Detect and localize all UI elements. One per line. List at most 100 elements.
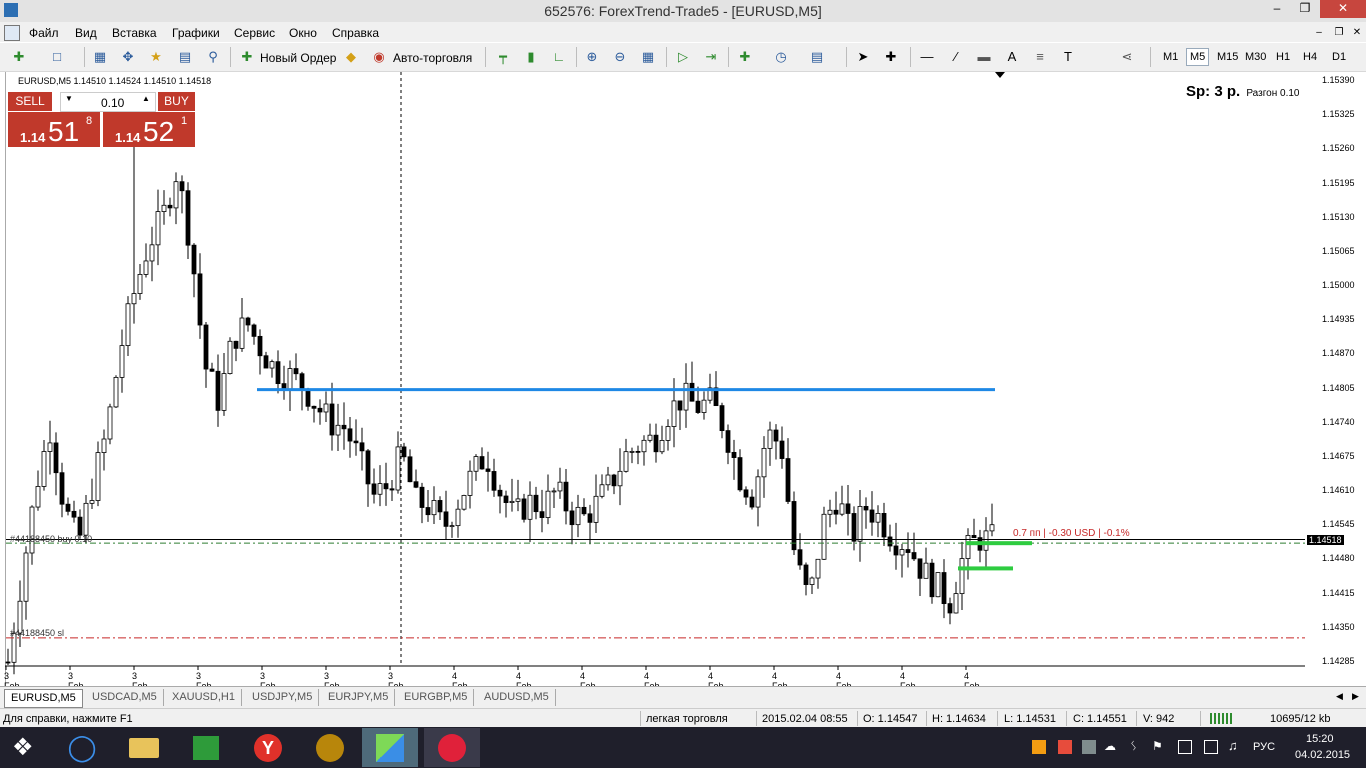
- flag-icon[interactable]: ⚑: [1152, 739, 1163, 753]
- language-indicator[interactable]: РУС: [1253, 741, 1275, 753]
- timeframe-m5[interactable]: M5: [1186, 48, 1210, 66]
- rectangle-icon[interactable]: ▬: [975, 48, 993, 66]
- explorer-icon[interactable]: [116, 728, 172, 767]
- vertical-line-icon[interactable]: —: [918, 48, 936, 66]
- candle-body: [95, 452, 101, 501]
- close-button[interactable]: ✕: [1320, 0, 1366, 18]
- tab-xauusd[interactable]: XAUUSD,H1: [166, 689, 242, 706]
- status-profile[interactable]: легкая торговля: [646, 713, 728, 725]
- auto-trading-button[interactable]: Авто-торговля: [393, 51, 472, 65]
- timeframe-h4[interactable]: H4: [1303, 51, 1317, 63]
- lot-field[interactable]: ▼ 0.10 ▲: [60, 92, 156, 112]
- trendline-icon[interactable]: ∕: [947, 48, 965, 66]
- sell-price-box[interactable]: 1.14 51 8: [8, 112, 100, 147]
- restore-button[interactable]: ❐: [1292, 0, 1318, 18]
- buy-price-box[interactable]: 1.14 52 1: [103, 112, 195, 147]
- tray-icon-4[interactable]: [1178, 740, 1192, 754]
- tab-usdjpy[interactable]: USDJPY,M5: [246, 689, 320, 706]
- new-chart-icon[interactable]: ✚: [10, 48, 28, 66]
- candle-body: [83, 502, 89, 536]
- tray-icon-2[interactable]: [1058, 740, 1072, 754]
- buy-button[interactable]: BUY: [158, 92, 195, 111]
- cloud-icon[interactable]: ☁: [1104, 739, 1116, 753]
- tab-usdcad[interactable]: USDCAD,M5: [86, 689, 164, 706]
- clock-time[interactable]: 15:20: [1306, 733, 1334, 745]
- bluetooth-icon[interactable]: ᛊ: [1130, 739, 1137, 753]
- autoscroll-icon[interactable]: ▷: [674, 48, 692, 66]
- tray-icon-5[interactable]: [1204, 740, 1218, 754]
- candlestick-icon[interactable]: ▮: [522, 48, 540, 66]
- tab-eurjpy[interactable]: EURJPY,M5: [322, 689, 396, 706]
- menu-file[interactable]: Файл: [29, 26, 59, 40]
- tray-icon-3[interactable]: [1082, 740, 1096, 754]
- chart-shift-icon[interactable]: ⇥: [702, 48, 720, 66]
- menu-insert[interactable]: Вставка: [112, 26, 157, 40]
- tile-windows-icon[interactable]: ▦: [639, 48, 657, 66]
- terminal-icon[interactable]: ▤: [176, 48, 194, 66]
- timeframe-m30[interactable]: M30: [1245, 51, 1266, 63]
- chart-canvas[interactable]: [0, 72, 1366, 686]
- new-order-icon[interactable]: ✚: [238, 48, 256, 66]
- profiles-icon[interactable]: □: [48, 48, 66, 66]
- metatrader-taskbar-icon[interactable]: [362, 728, 418, 767]
- lot-increase-button[interactable]: ▲: [139, 94, 153, 109]
- line-chart-icon[interactable]: ∟: [550, 48, 568, 66]
- price-tick-label: 1.15065: [1322, 245, 1355, 256]
- bar-chart-icon[interactable]: ┯: [494, 48, 512, 66]
- timeframe-m15[interactable]: M15: [1217, 51, 1238, 63]
- shift-marker[interactable]: [995, 72, 1005, 78]
- indicators-icon[interactable]: ✚: [736, 48, 754, 66]
- candle-body: [5, 661, 11, 664]
- metaeditor-icon[interactable]: ◆: [342, 48, 360, 66]
- tab-eurusd[interactable]: EURUSD,M5: [4, 689, 83, 708]
- sell-button[interactable]: SELL: [8, 92, 52, 111]
- price-axis[interactable]: 1.15390 1.15325 1.15260 1.15195 1.15130 1.150…: [1305, 72, 1366, 686]
- more-objects-icon[interactable]: ⋖: [1118, 48, 1136, 66]
- tray-icon-1[interactable]: [1032, 740, 1046, 754]
- candle-body: [47, 442, 53, 452]
- auto-trading-icon[interactable]: ◉: [370, 48, 388, 66]
- crosshair-icon[interactable]: ✚: [882, 48, 900, 66]
- candle-body: [371, 483, 377, 495]
- tester-icon[interactable]: ⚲: [204, 48, 222, 66]
- fibo-icon[interactable]: ≡: [1031, 48, 1049, 66]
- yandex-icon[interactable]: Y: [240, 728, 296, 767]
- tab-eurgbp[interactable]: EURGBP,M5: [398, 689, 475, 706]
- periodicity-icon[interactable]: ◷: [772, 48, 790, 66]
- menu-window[interactable]: Окно: [289, 26, 317, 40]
- tabs-scroll-left-icon[interactable]: ◀: [1336, 691, 1343, 702]
- menu-charts[interactable]: Графики: [172, 26, 220, 40]
- mdi-restore-button[interactable]: ❐: [1330, 24, 1348, 42]
- opera-icon[interactable]: [424, 728, 480, 767]
- app-lion-icon[interactable]: [302, 728, 358, 767]
- ie-icon[interactable]: ◯: [54, 728, 110, 767]
- zoom-out-icon[interactable]: ⊖: [611, 48, 629, 66]
- market-watch-icon[interactable]: ▦: [91, 48, 109, 66]
- mdi-minimize-button[interactable]: –: [1310, 24, 1328, 42]
- templates-icon[interactable]: ▤: [808, 48, 826, 66]
- store-icon[interactable]: [178, 728, 234, 767]
- clock-date[interactable]: 04.02.2015: [1295, 749, 1350, 761]
- tabs-scroll-right-icon[interactable]: ▶: [1352, 691, 1359, 702]
- lot-decrease-button[interactable]: ▼: [62, 94, 76, 109]
- new-order-button[interactable]: Новый Ордер: [260, 51, 336, 65]
- data-window-icon[interactable]: ✥: [119, 48, 137, 66]
- menu-tools[interactable]: Сервис: [234, 26, 275, 40]
- zoom-in-icon[interactable]: ⊕: [583, 48, 601, 66]
- timeframe-m1[interactable]: M1: [1163, 51, 1178, 63]
- volume-icon[interactable]: ♫: [1228, 738, 1238, 753]
- mdi-close-button[interactable]: ✕: [1348, 24, 1366, 42]
- mdi-icon[interactable]: [4, 25, 20, 41]
- timeframe-h1[interactable]: H1: [1276, 51, 1290, 63]
- text-label-icon[interactable]: T: [1059, 48, 1077, 66]
- timeframe-d1[interactable]: D1: [1332, 51, 1346, 63]
- text-tool-icon[interactable]: A: [1003, 48, 1021, 66]
- navigator-icon[interactable]: ★: [147, 48, 165, 66]
- candle-body: [143, 260, 149, 275]
- start-button-icon[interactable]: ❖: [12, 735, 38, 761]
- cursor-icon[interactable]: ➤: [854, 48, 872, 66]
- menu-view[interactable]: Вид: [75, 26, 97, 40]
- tab-audusd[interactable]: AUDUSD,M5: [478, 689, 556, 706]
- menu-help[interactable]: Справка: [332, 26, 379, 40]
- minimize-button[interactable]: –: [1263, 0, 1291, 18]
